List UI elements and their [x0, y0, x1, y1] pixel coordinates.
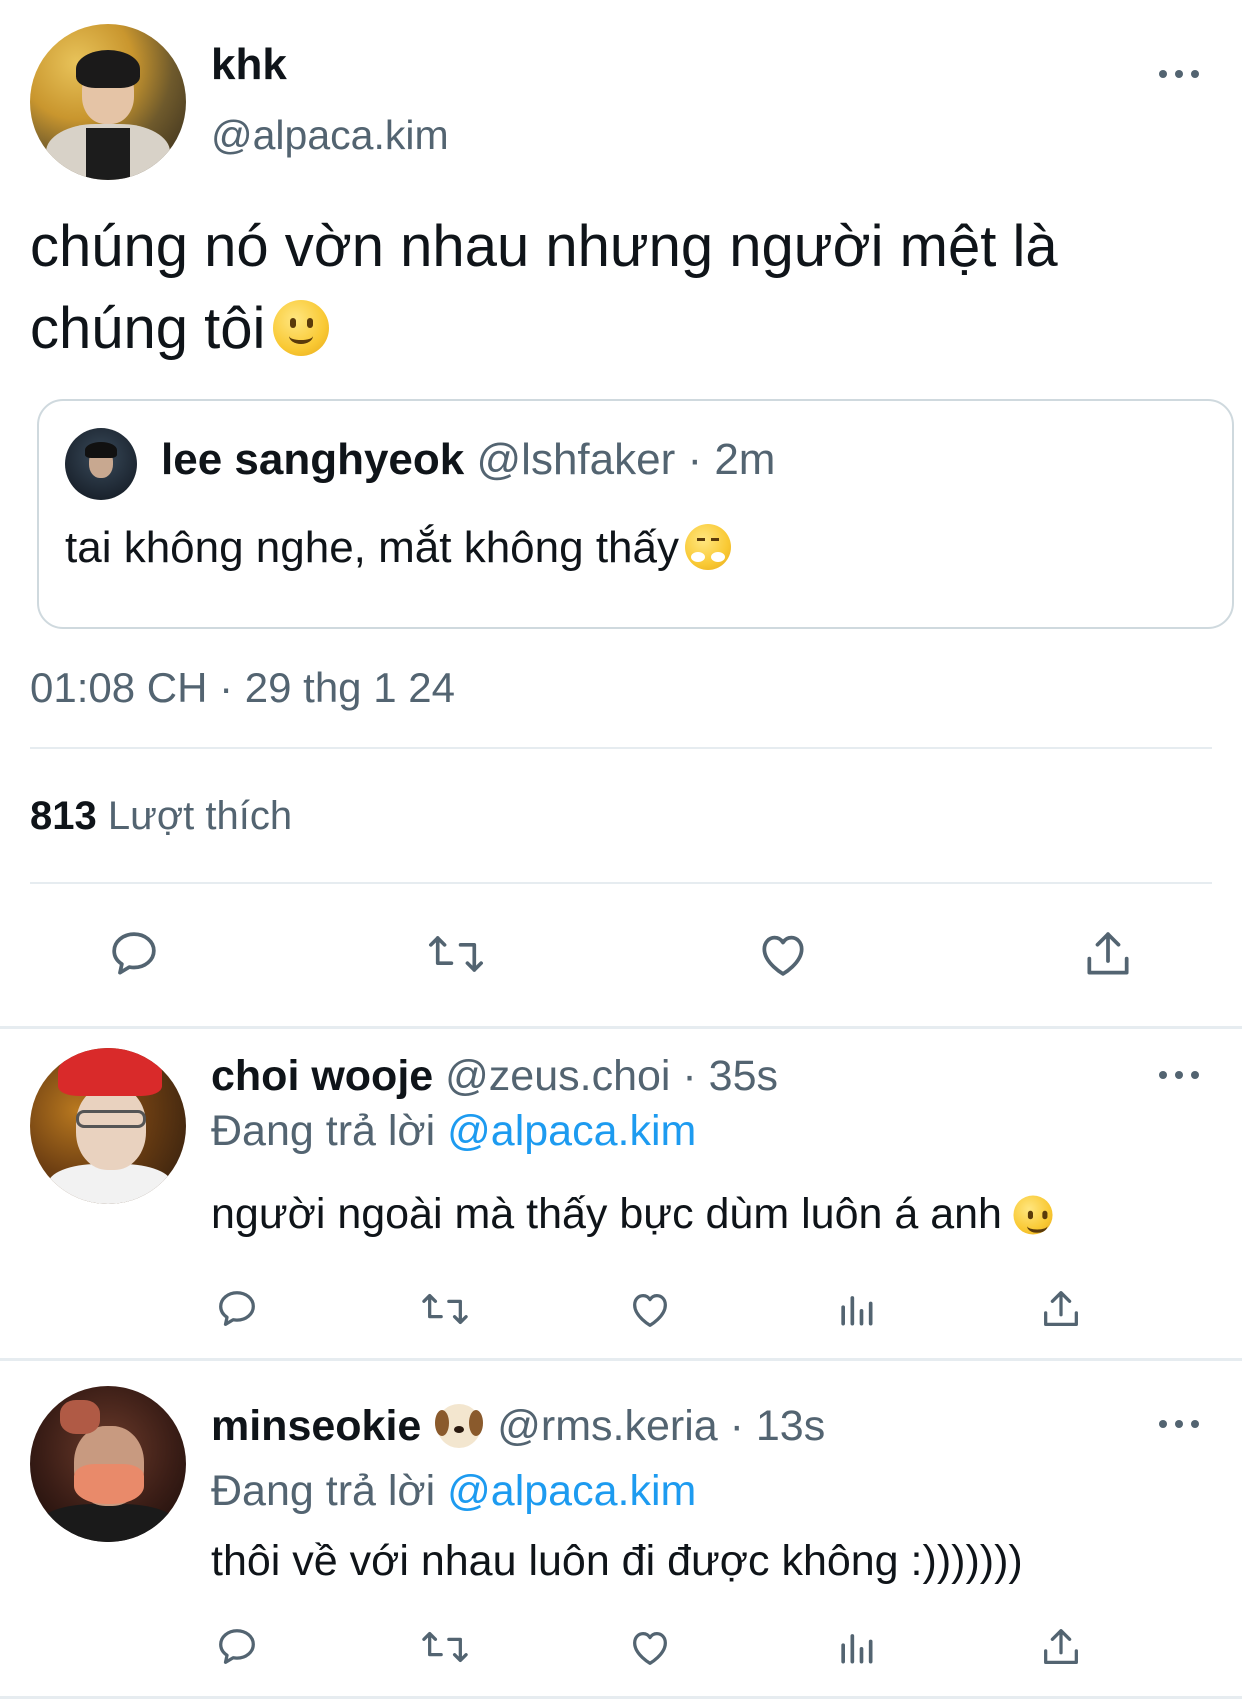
share-icon[interactable]: [1080, 926, 1136, 982]
section-divider: [0, 1026, 1242, 1029]
reply-icon[interactable]: [106, 926, 162, 982]
more-options-icon[interactable]: [1159, 1069, 1199, 1081]
retweet-icon[interactable]: [418, 1286, 472, 1332]
like-icon[interactable]: [626, 1624, 674, 1670]
divider: [30, 747, 1212, 749]
replying-mention-link[interactable]: @alpaca.kim: [447, 1107, 696, 1155]
retweet-icon[interactable]: [424, 926, 488, 982]
replying-prefix: Đang trả lời: [211, 1467, 436, 1515]
reply-header: choi wooje @zeus.choi · 35s: [211, 1052, 778, 1101]
retweet-icon[interactable]: [418, 1624, 472, 1670]
tweet-timestamp[interactable]: 01:08 CH · 29 thg 1 24: [30, 664, 455, 712]
likes-count: 813: [30, 794, 97, 838]
reply-handle-time: @zeus.choi · 35s: [445, 1052, 778, 1100]
avatar[interactable]: [30, 24, 186, 180]
face-with-steam-emoji-icon: [684, 524, 731, 570]
reply-text-content: người ngoài mà thấy bực dùm luôn á anh: [211, 1190, 1002, 1238]
reply-header: minseokie @rms.keria · 13s: [211, 1402, 825, 1451]
avatar[interactable]: [30, 1048, 186, 1204]
quoted-handle-time: @lshfaker · 2m: [476, 435, 776, 484]
replying-mention-link[interactable]: @alpaca.kim: [447, 1467, 696, 1515]
slightly-smiling-emoji-icon: [1013, 1195, 1053, 1235]
divider: [30, 882, 1212, 884]
replying-to: Đang trả lời @alpaca.kim: [211, 1107, 696, 1156]
quoted-text-content: tai không nghe, mắt không thấy: [65, 523, 679, 572]
reply-icon[interactable]: [214, 1286, 260, 1332]
slightly-smiling-emoji-icon: [273, 300, 330, 356]
likes-label: Lượt thích: [107, 794, 293, 838]
replying-prefix: Đang trả lời: [211, 1107, 436, 1155]
author-handle[interactable]: @alpaca.kim: [211, 112, 449, 159]
reply-icon[interactable]: [214, 1624, 260, 1670]
tweet-text-line2: chúng tôi: [30, 296, 266, 361]
more-options-icon[interactable]: [1159, 1418, 1199, 1430]
section-divider: [0, 1696, 1242, 1699]
section-divider: [0, 1358, 1242, 1361]
reply-text: thôi về với nhau luôn đi được không :)))…: [211, 1537, 1023, 1585]
analytics-icon[interactable]: [834, 1286, 878, 1332]
tweet-detail-page: khk @alpaca.kim chúng nó vờn nhau nhưng …: [0, 0, 1242, 1701]
reply-handle-time: @rms.keria · 13s: [497, 1402, 826, 1450]
quoted-header: lee sanghyeok @lshfaker · 2m: [161, 435, 775, 485]
likes-stat[interactable]: 813 Lượt thích: [30, 794, 292, 839]
quoted-text: tai không nghe, mắt không thấy: [65, 523, 731, 573]
tweet-text: chúng nó vờn nhau nhưng người mệt là chú…: [30, 206, 1210, 370]
dog-face-emoji-icon: [435, 1404, 482, 1448]
reply-display-name[interactable]: choi wooje: [211, 1052, 433, 1100]
avatar[interactable]: [30, 1386, 186, 1542]
quoted-tweet[interactable]: lee sanghyeok @lshfaker · 2m tai không n…: [37, 399, 1234, 629]
analytics-icon[interactable]: [834, 1624, 878, 1670]
more-options-icon[interactable]: [1159, 68, 1199, 80]
reply-display-name[interactable]: minseokie: [211, 1402, 421, 1450]
quoted-display-name: lee sanghyeok: [161, 435, 465, 484]
like-icon[interactable]: [626, 1286, 674, 1332]
author-display-name[interactable]: khk: [211, 40, 287, 90]
share-icon[interactable]: [1038, 1624, 1084, 1670]
quoted-avatar: [65, 428, 137, 500]
replying-to: Đang trả lời @alpaca.kim: [211, 1467, 696, 1516]
reply-text: người ngoài mà thấy bực dùm luôn á anh: [211, 1190, 1056, 1239]
like-icon[interactable]: [754, 926, 812, 982]
share-icon[interactable]: [1038, 1286, 1084, 1332]
tweet-text-line1: chúng nó vờn nhau nhưng người mệt là: [30, 214, 1058, 279]
main-tweet: khk @alpaca.kim chúng nó vờn nhau nhưng …: [0, 0, 1242, 1026]
